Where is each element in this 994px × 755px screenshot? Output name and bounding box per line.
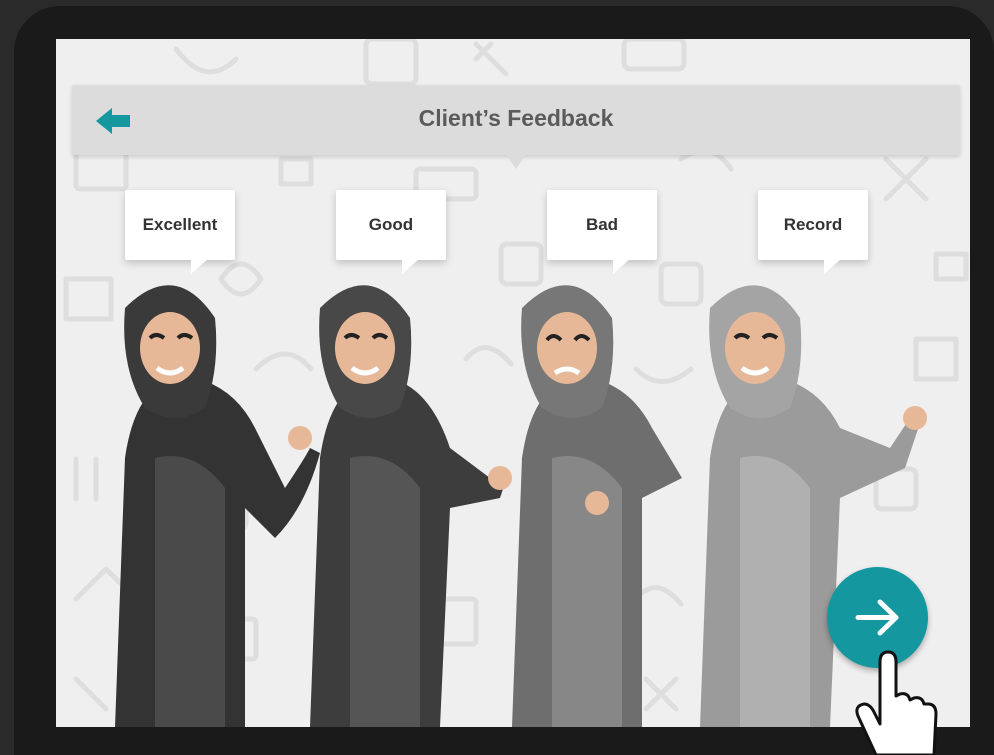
- option-excellent-bubble[interactable]: Excellent: [125, 190, 235, 274]
- header-pointer: [506, 155, 526, 169]
- pointing-hand-icon: [855, 650, 938, 755]
- option-good-bubble[interactable]: Good: [336, 190, 446, 274]
- option-label: Bad: [585, 215, 619, 234]
- option-label: Record: [783, 215, 843, 234]
- page-title: Client’s Feedback: [418, 105, 614, 131]
- option-record-bubble[interactable]: Record: [758, 190, 868, 274]
- option-bad-bubble[interactable]: Bad: [547, 190, 657, 274]
- option-label: Good: [368, 215, 414, 234]
- option-label: Excellent: [142, 215, 218, 234]
- arrow-right-icon: [855, 599, 899, 636]
- header-bar: Client’s Feedback: [72, 85, 960, 155]
